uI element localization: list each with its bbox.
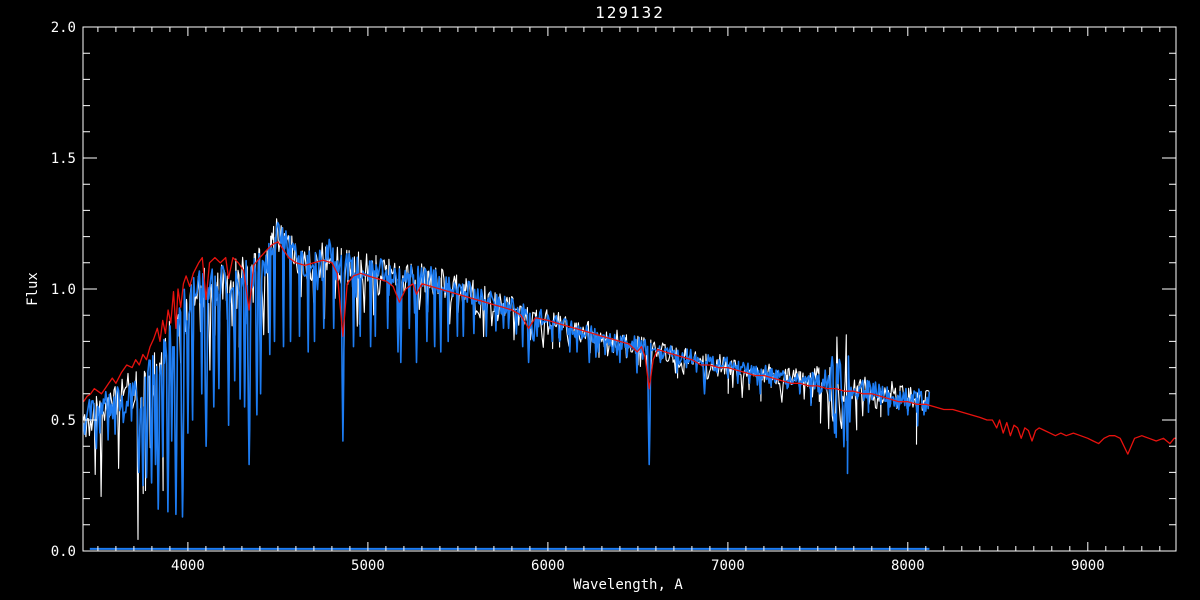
y-tick-label: 0.5 [51,413,76,429]
x-tick-label: 9000 [1071,558,1105,574]
plot-title: 129132 [595,3,665,22]
x-axis-label: Wavelength, A [573,577,683,593]
y-tick-label: 1.0 [51,282,76,298]
x-tick-label: 4000 [171,558,205,574]
y-axis-label: Flux [25,272,41,306]
x-tick-label: 6000 [531,558,565,574]
spectrum-plot-canvas: 4000 5000 6000 7000 8000 90000.00.51.01.52.0 … [0,0,1200,600]
x-tick-label: 7000 [711,558,745,574]
x-tick-label: 5000 [351,558,385,574]
y-tick-label: 2.0 [51,20,76,36]
x-tick-label: 8000 [891,558,925,574]
y-tick-label: 1.5 [51,151,76,167]
y-tick-label: 0.0 [51,544,76,560]
spectrum-figure: 4000 5000 6000 7000 8000 9000 0.0 0.5 1.0 1.5 2.0 … [0,0,1200,600]
